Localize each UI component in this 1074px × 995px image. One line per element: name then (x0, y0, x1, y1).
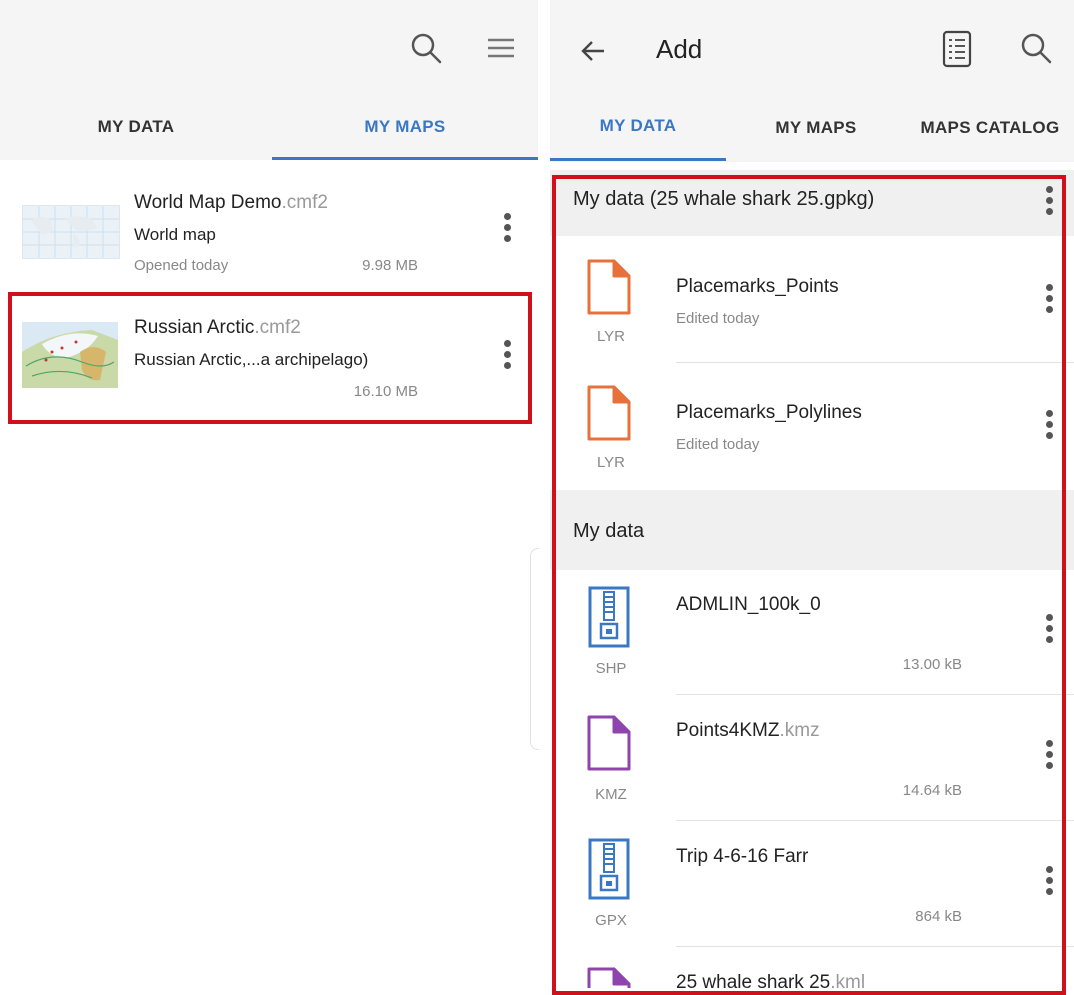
map-name: World Map Demo (134, 192, 282, 213)
map-list-item[interactable]: World Map Demo.cmf2 World map Opened tod… (0, 175, 538, 285)
drawer-edge-handle[interactable] (530, 548, 539, 750)
menu-icon[interactable] (486, 36, 516, 60)
search-icon[interactable] (1018, 30, 1054, 66)
back-arrow-icon[interactable] (580, 38, 606, 64)
file-size: 9.98 MB (362, 257, 418, 274)
search-icon[interactable] (408, 30, 444, 66)
checklist-icon[interactable] (942, 30, 972, 68)
tab-my-maps[interactable]: MY MAPS (272, 117, 538, 137)
add-data-screen: Add MY DATA MY MAPS MAPS CATALOG My data… (550, 0, 1074, 995)
more-options-icon[interactable] (504, 213, 512, 246)
screen-title: Add (656, 34, 703, 64)
selection-highlight (552, 175, 1066, 995)
opened-date: Opened today (134, 257, 229, 274)
map-description: World map (134, 225, 216, 244)
tab-maps-catalog[interactable]: MAPS CATALOG (906, 118, 1074, 138)
world-map-thumbnail (22, 205, 120, 259)
active-tab-indicator (272, 157, 538, 160)
active-tab-indicator (550, 158, 726, 161)
tab-my-data[interactable]: MY DATA (0, 117, 272, 137)
map-title: World Map Demo.cmf2 (134, 192, 328, 214)
my-maps-screen: MY DATA MY MAPS World Map Demo.cmf2 Worl… (0, 0, 539, 988)
tab-my-data[interactable]: MY DATA (550, 116, 726, 136)
selection-highlight (8, 292, 532, 424)
tab-my-maps[interactable]: MY MAPS (726, 118, 906, 138)
map-extension: .cmf2 (281, 192, 328, 213)
